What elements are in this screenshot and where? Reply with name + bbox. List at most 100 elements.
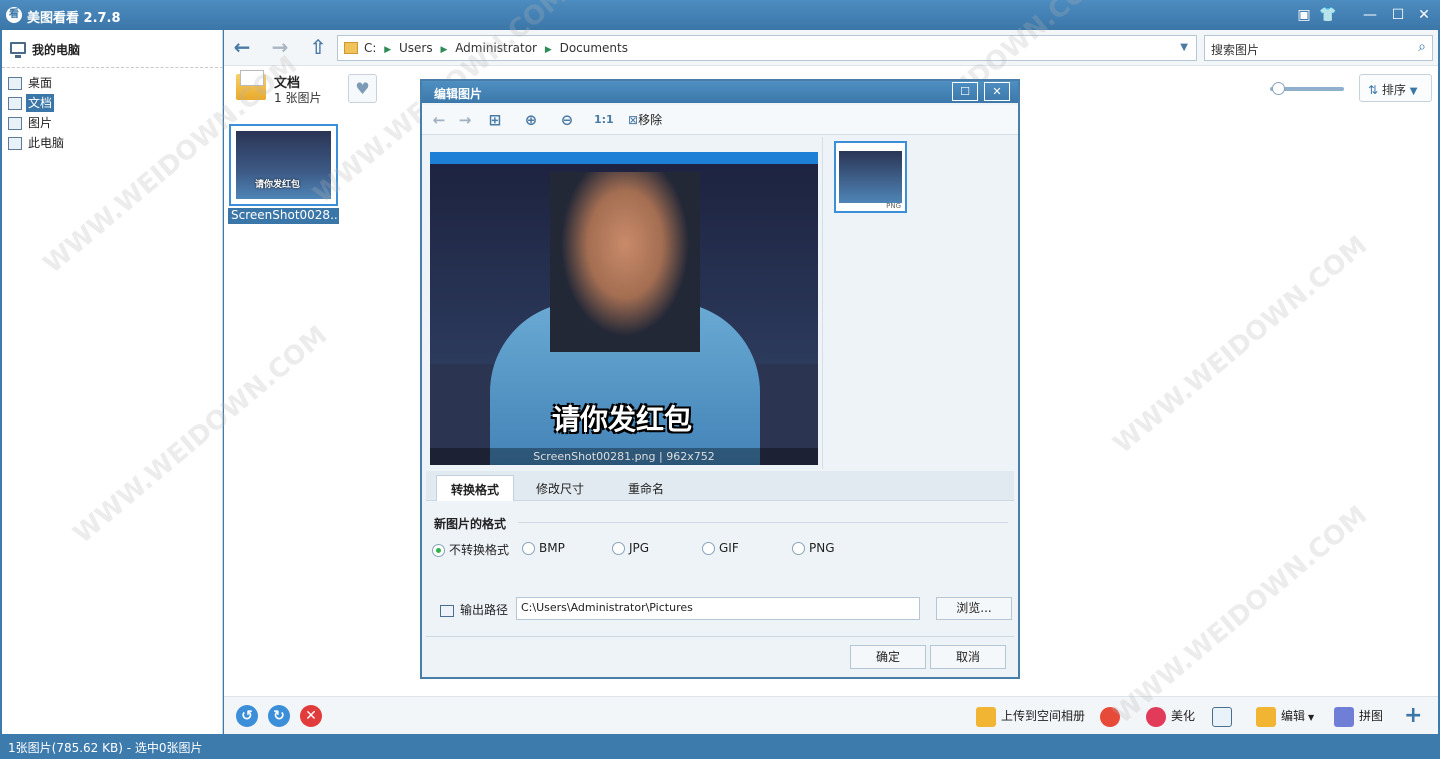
pictures-icon <box>8 117 22 130</box>
image-thumbnail[interactable]: 请你发红包 <box>229 124 338 206</box>
beautify-label: 美化 <box>1171 709 1196 723</box>
beautify-button[interactable]: 美化 <box>1146 705 1195 727</box>
add-image-icon[interactable]: ⊞ <box>486 111 504 129</box>
dialog-title: 编辑图片 <box>434 87 483 101</box>
sidebar-item-desktop[interactable]: 桌面 <box>6 74 66 94</box>
dialog-title-bar: 编辑图片 ☐ ✕ <box>422 81 1018 103</box>
zoom-in-icon[interactable]: ⊕ <box>522 111 540 129</box>
chevron-right-icon: ▶ <box>440 45 448 55</box>
address-bar[interactable]: C: ▶ Users ▶ Administrator ▶ Documents ▼ <box>337 35 1197 61</box>
folder-icon <box>236 70 266 100</box>
app-title: 美图看看 2.7.8 <box>27 11 121 26</box>
output-path-field[interactable]: C:\Users\Administrator\Pictures <box>516 597 920 620</box>
preview-window-bar <box>430 152 818 164</box>
folder-icon <box>344 42 358 54</box>
navigation-bar: ← → ⇧ C: ▶ Users ▶ Administrator ▶ Docum… <box>224 30 1438 66</box>
computer-icon <box>10 42 26 58</box>
edit-button[interactable]: 编辑 ▼ <box>1256 705 1314 727</box>
slideshow-button[interactable] <box>1212 705 1237 727</box>
tab-convert-format[interactable]: 转换格式 <box>436 475 515 501</box>
browse-button[interactable]: 浏览... <box>936 597 1012 620</box>
rotate-right-icon[interactable]: ↻ <box>268 705 290 727</box>
rotate-left-icon[interactable]: ↺ <box>236 705 258 727</box>
search-input[interactable]: 搜索图片 ⌕ <box>1204 35 1433 61</box>
favorite-heart-icon[interactable]: ♥ <box>348 74 377 103</box>
radio-gif[interactable]: GIF <box>702 541 739 555</box>
radio-label: JPG <box>629 541 650 555</box>
desktop-icon <box>8 77 22 90</box>
weibo-share-button[interactable] <box>1100 705 1125 727</box>
search-icon[interactable]: ⌕ <box>1418 39 1426 55</box>
next-icon[interactable]: → <box>456 111 474 129</box>
beautify-icon <box>1146 706 1166 727</box>
sidebar: 我的电脑 桌面 文档 图片 此电脑 <box>2 30 223 734</box>
upload-star-icon <box>976 706 996 727</box>
cancel-button[interactable]: 取消 <box>930 645 1006 669</box>
close-button[interactable]: ✕ <box>1414 5 1434 25</box>
menu-icon[interactable]: ▣ <box>1294 5 1314 25</box>
remove-label: 移除 <box>638 113 663 127</box>
sort-icon: ⇅ <box>1368 83 1379 97</box>
folder-count: 1 张图片 <box>274 91 322 105</box>
remove-button[interactable]: ⊠移除 <box>628 111 662 129</box>
radio-jpg[interactable]: JPG <box>612 541 649 555</box>
sort-button[interactable]: ⇅ 排序 ▼ <box>1359 74 1432 102</box>
radio-label: 不转换格式 <box>449 543 510 557</box>
dialog-close-button[interactable]: ✕ <box>984 82 1010 101</box>
maximize-button[interactable]: ☐ <box>1388 5 1408 25</box>
actual-size-icon[interactable]: 1:1 <box>594 111 614 129</box>
thumbnail-filename[interactable]: ScreenShot0028... <box>228 208 339 224</box>
zoom-out-icon[interactable]: ⊖ <box>558 111 576 129</box>
delete-icon[interactable]: ✕ <box>300 705 322 727</box>
zoom-slider-knob[interactable] <box>1272 82 1285 95</box>
sidebar-item-documents[interactable]: 文档 <box>6 94 66 114</box>
zoom-slider[interactable] <box>1270 82 1344 95</box>
collage-button[interactable]: 拼图 <box>1334 705 1383 727</box>
breadcrumb-item[interactable]: Users <box>399 41 433 55</box>
radio-no-convert[interactable]: 不转换格式 <box>432 541 509 558</box>
app-logo-icon: 看 <box>6 7 22 23</box>
ok-button[interactable]: 确定 <box>850 645 926 669</box>
sidebar-header: 我的电脑 <box>2 30 223 68</box>
sidebar-item-this-pc[interactable]: 此电脑 <box>6 134 66 154</box>
breadcrumb-item[interactable]: Documents <box>560 41 628 55</box>
format-section-title: 新图片的格式 <box>434 517 507 531</box>
preview-caption: ScreenShot00281.png | 962x752 <box>430 448 818 465</box>
skin-icon[interactable]: 👕 <box>1318 5 1338 25</box>
selected-image-thumbnail[interactable]: PNG <box>834 141 907 213</box>
previous-icon[interactable]: ← <box>430 111 448 129</box>
divider <box>426 636 1014 637</box>
divider <box>822 137 823 469</box>
folder-output-icon <box>440 604 454 617</box>
upload-label: 上传到空间相册 <box>1001 709 1086 723</box>
back-arrow-icon[interactable]: ← <box>230 36 254 60</box>
thumbnail-caption: 请你发红包 <box>255 180 301 190</box>
radio-bmp[interactable]: BMP <box>522 541 565 555</box>
add-icon[interactable]: + <box>1404 705 1422 727</box>
divider <box>518 522 1008 523</box>
preview-subtitle: 请你发红包 <box>552 403 693 436</box>
sort-label: 排序 <box>1381 83 1406 97</box>
up-folder-icon[interactable]: ⇧ <box>306 36 330 60</box>
search-placeholder: 搜索图片 <box>1211 43 1260 57</box>
chevron-down-icon: ▼ <box>1308 713 1315 722</box>
chevron-down-icon: ▼ <box>1409 86 1418 97</box>
chevron-right-icon: ▶ <box>384 45 392 55</box>
sidebar-item-label: 此电脑 <box>28 136 65 150</box>
dialog-maximize-button[interactable]: ☐ <box>952 82 978 101</box>
radio-circle-icon <box>432 544 445 557</box>
tab-rename[interactable]: 重命名 <box>614 475 678 501</box>
sidebar-item-pictures[interactable]: 图片 <box>6 114 66 134</box>
upload-button[interactable]: 上传到空间相册 <box>976 705 1085 727</box>
breadcrumb-item[interactable]: Administrator <box>455 41 537 55</box>
collage-icon <box>1334 706 1354 727</box>
radio-png[interactable]: PNG <box>792 541 835 555</box>
minimize-button[interactable]: — <box>1360 5 1380 25</box>
tab-resize[interactable]: 修改尺寸 <box>522 475 598 501</box>
slideshow-icon <box>1212 706 1232 727</box>
forward-arrow-icon[interactable]: → <box>268 36 292 60</box>
breadcrumb-drive[interactable]: C: <box>364 41 376 55</box>
collage-label: 拼图 <box>1359 709 1384 723</box>
chevron-down-icon[interactable]: ▼ <box>1180 42 1188 53</box>
radio-label: BMP <box>539 541 565 555</box>
